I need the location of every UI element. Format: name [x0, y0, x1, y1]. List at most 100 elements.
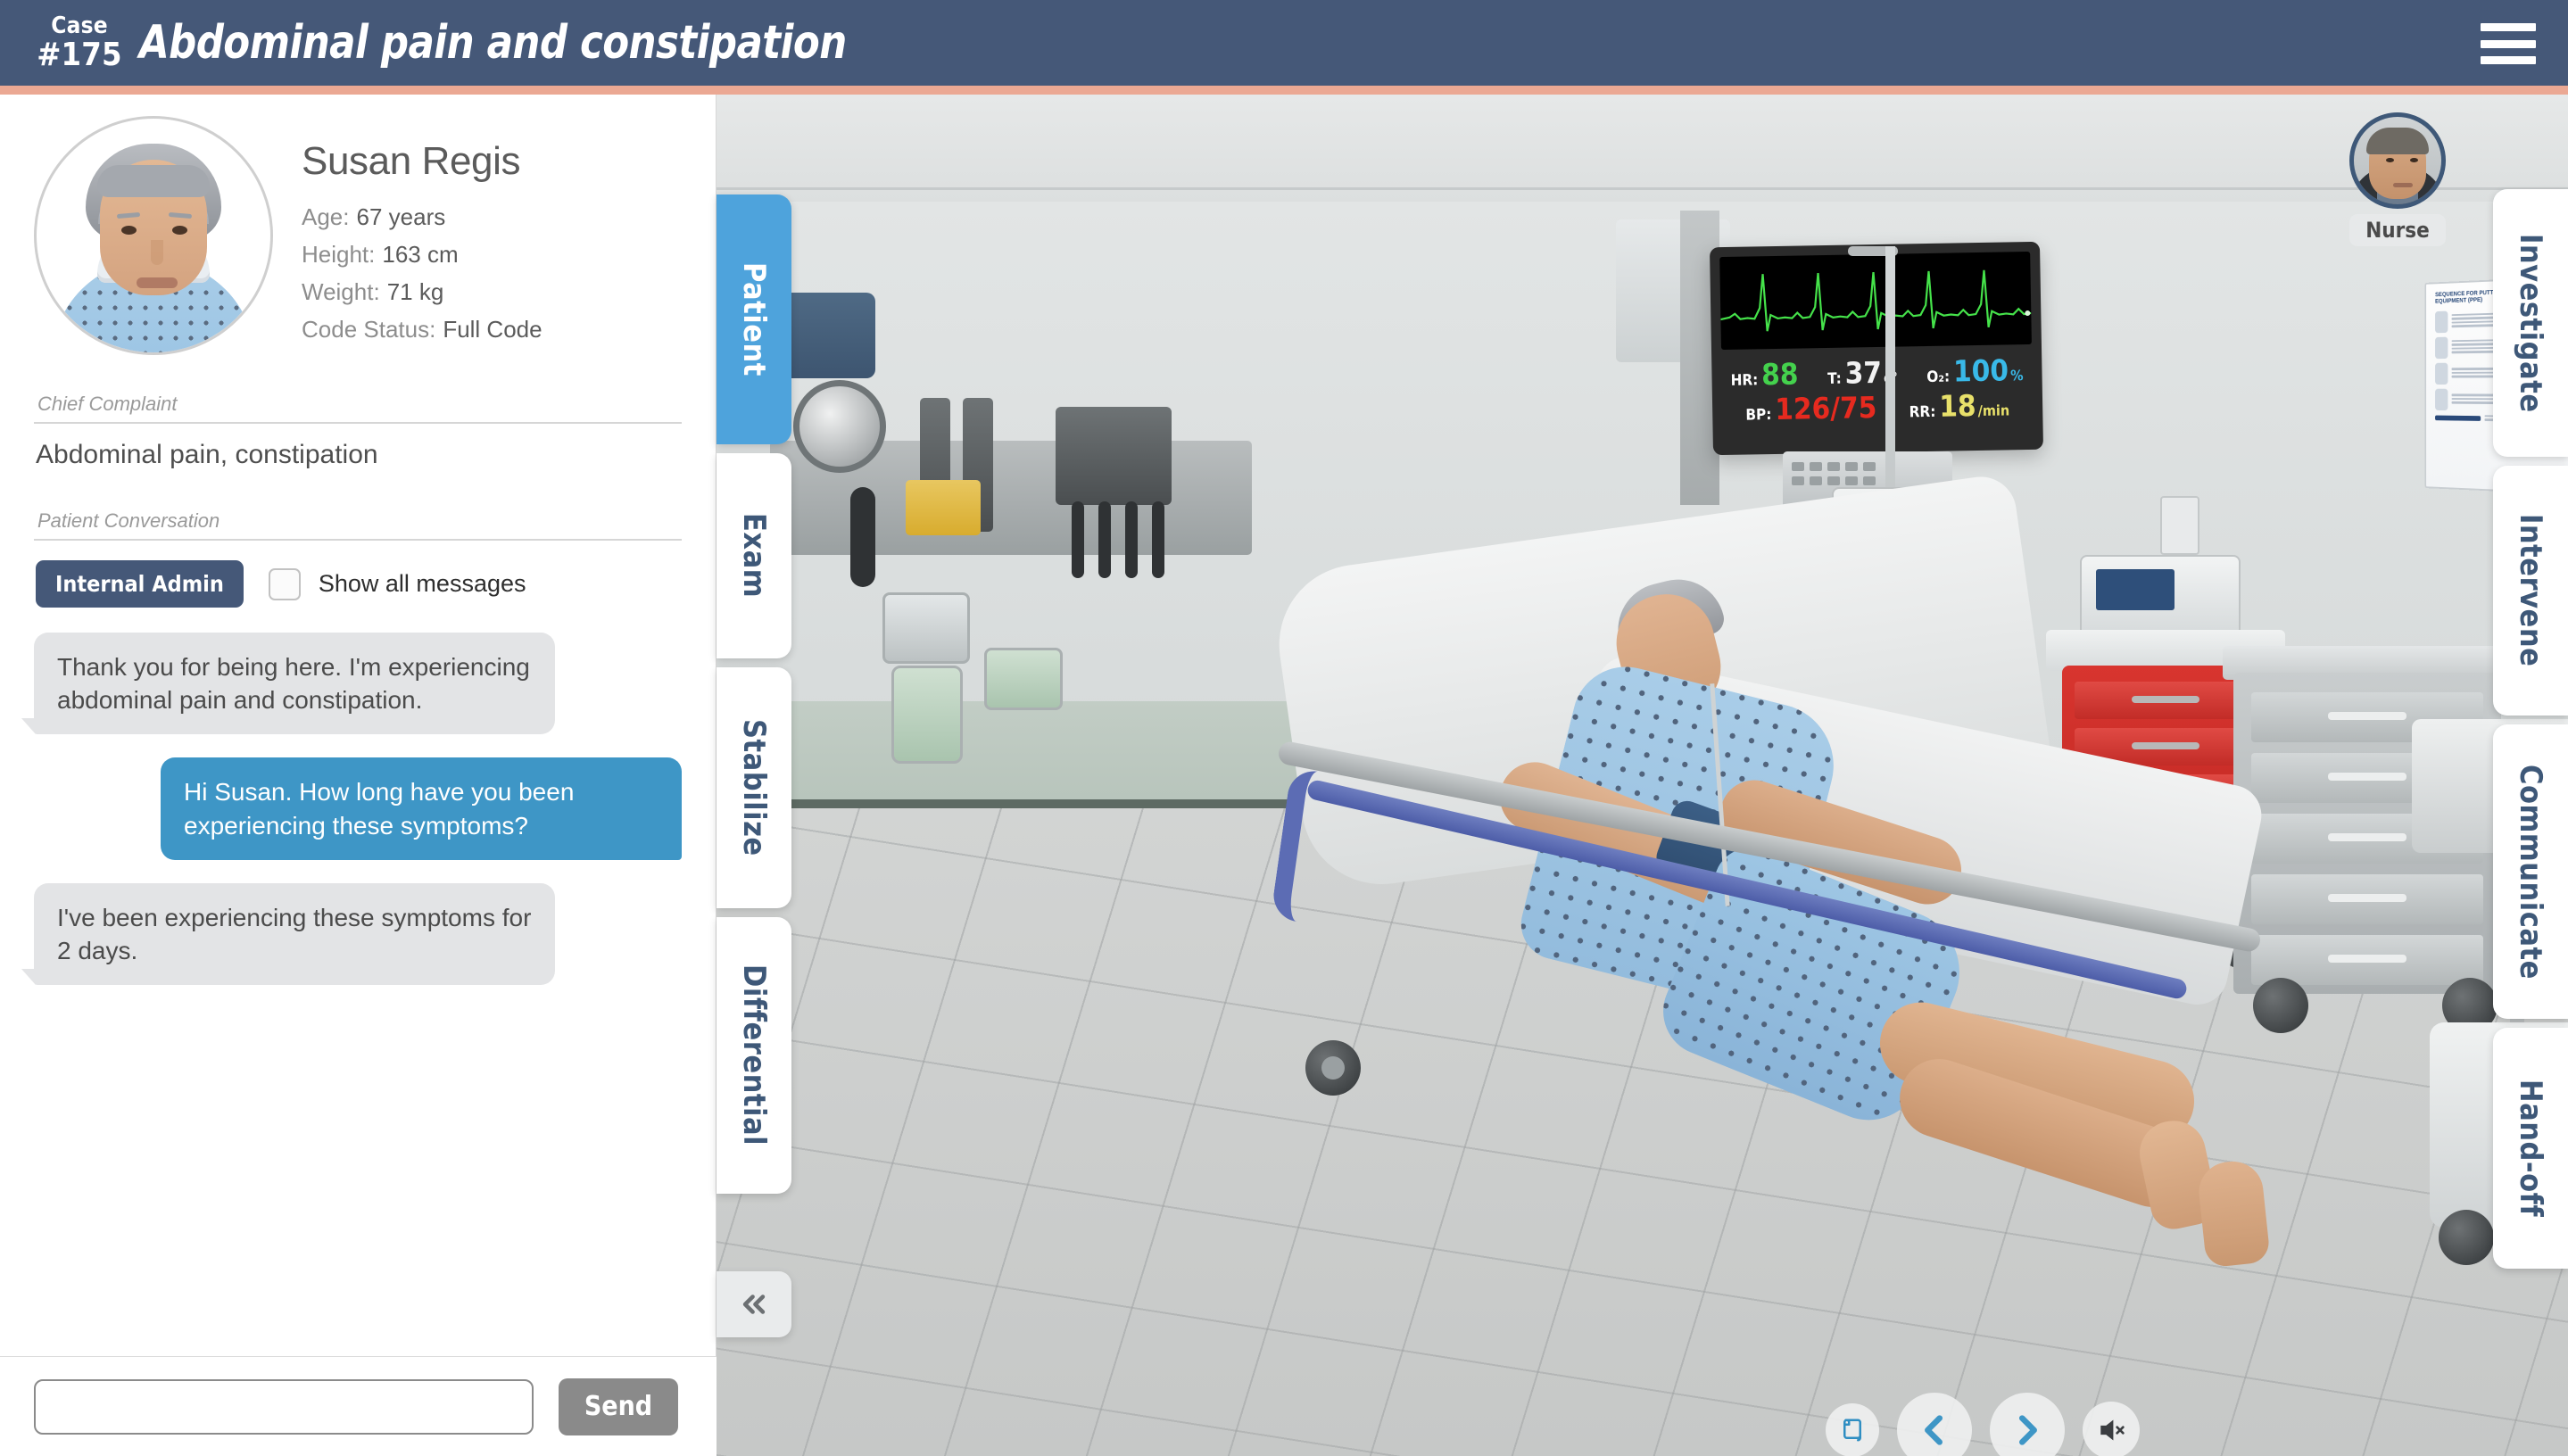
vital-label: T:: [1827, 369, 1842, 388]
exam-room-scene: SEQUENCE FOR PUTTING ON PERSONAL PROTECT…: [717, 95, 2568, 1456]
vital-label: O₂:: [1926, 368, 1951, 387]
device-hose: [1098, 501, 1111, 578]
mute-button[interactable]: [2083, 1402, 2140, 1456]
cart-drawer: [2075, 682, 2257, 719]
cabinet-wheel: [2253, 978, 2308, 1033]
tab-intervene[interactable]: Intervene: [2493, 466, 2568, 716]
tab-label: Hand-off: [2513, 1079, 2548, 1218]
ecg-waveform: [1719, 251, 2032, 351]
poster-figure: [2435, 388, 2448, 410]
patient-field-age: Age: 67 years: [302, 198, 543, 236]
transcript-button[interactable]: [1826, 1403, 1879, 1456]
tab-label: Patient: [736, 262, 772, 376]
nurse-hair: [2366, 128, 2429, 154]
avatar-eye: [172, 226, 187, 235]
field-value: 71 kg: [386, 278, 444, 306]
monitor-buttons: [1792, 462, 1876, 485]
nurse-eye: [2386, 158, 2394, 162]
chevron-left-icon: [1925, 1415, 1943, 1445]
conversation-controls: Internal Admin Show all messages: [34, 541, 682, 608]
tab-label: Investigate: [2513, 233, 2548, 413]
bp-bulb: [850, 487, 875, 587]
bed-wheel-hub: [1321, 1056, 1345, 1080]
wall-outlet: [2160, 496, 2199, 555]
tab-handoff[interactable]: Hand-off: [2493, 1028, 2568, 1269]
chat-input[interactable]: [34, 1378, 534, 1435]
ecg-trace-icon: [1720, 269, 2032, 332]
wall-gauge: [793, 380, 886, 473]
device-hose: [1125, 501, 1138, 578]
message-list: Thank you for being here. I'm experienci…: [21, 633, 682, 986]
nurse-character[interactable]: Nurse: [2338, 112, 2457, 246]
hamburger-menu-icon[interactable]: [2481, 23, 2536, 64]
ceiling-line: [717, 187, 2568, 190]
internal-admin-button[interactable]: Internal Admin: [36, 560, 244, 608]
header-accent-line: [0, 86, 2568, 95]
field-value: Full Code: [443, 316, 543, 343]
speaker-muted-icon: [2100, 1419, 2125, 1441]
next-button[interactable]: [1990, 1393, 2065, 1456]
vital-signs-monitor: HR: 88 T: 37 c° O₂: 100 %: [1709, 241, 2044, 456]
tab-label: Exam: [736, 513, 772, 599]
suction-jar: [891, 666, 963, 764]
field-value: 163 cm: [382, 241, 459, 269]
send-button[interactable]: Send: [559, 1377, 678, 1435]
patient-field-code-status: Code Status: Full Code: [302, 310, 543, 348]
app-header: Case #175 Abdominal pain and constipatio…: [0, 0, 2568, 86]
defibrillator-screen: [2096, 569, 2175, 610]
tab-label: Stabilize: [736, 719, 772, 856]
patient-details: Susan Regis Age: 67 years Height: 163 cm W…: [302, 116, 543, 355]
vital-oxygen: O₂: 100 %: [1926, 352, 2024, 389]
chief-complaint-section: Chief Complaint Abdominal pain, constipa…: [34, 393, 682, 470]
clinician-message-bubble: Hi Susan. How long have you been experie…: [161, 757, 682, 860]
tab-communicate[interactable]: Communicate: [2493, 724, 2568, 1019]
ecg-cursor-dot: [2025, 310, 2031, 317]
poster-figure: [2435, 336, 2448, 359]
simulation-app: Case #175 Abdominal pain and constipatio…: [0, 0, 2568, 1456]
machine-wheel: [2439, 1210, 2494, 1265]
case-number: #175: [37, 36, 122, 73]
vital-unit: %: [2009, 367, 2024, 385]
show-all-messages-checkbox[interactable]: [268, 567, 301, 600]
patient-name: Susan Regis: [302, 139, 521, 183]
double-chevron-left-icon: [742, 1295, 766, 1314]
patient-header: Susan Regis Age: 67 years Height: 163 cm W…: [0, 95, 716, 355]
vital-value: 126/75: [1774, 390, 1877, 426]
patient-avatar: [34, 116, 273, 355]
conversation-section: Patient Conversation Internal Admin Show…: [34, 509, 682, 608]
vital-label: RR:: [1909, 402, 1936, 422]
tab-stabilize[interactable]: Stabilize: [717, 667, 791, 908]
sharps-container: [906, 480, 981, 535]
tab-investigate[interactable]: Investigate: [2493, 189, 2568, 457]
nurse-avatar: [2349, 112, 2446, 209]
message-item: Thank you for being here. I'm experienci…: [21, 633, 682, 735]
vital-respiratory-rate: RR: 18 /min: [1909, 388, 2010, 424]
message-item: Hi Susan. How long have you been experie…: [34, 757, 682, 860]
nurse-label: Nurse: [2349, 214, 2446, 246]
field-label: Code Status:: [302, 316, 436, 343]
chief-complaint-value: Abdominal pain, constipation: [36, 440, 378, 469]
message-composer: Send: [0, 1356, 717, 1456]
avatar-fringe: [97, 165, 210, 197]
chevron-right-icon: [2018, 1415, 2037, 1445]
vital-label: BP:: [1745, 406, 1772, 425]
tab-patient[interactable]: Patient: [717, 194, 791, 444]
field-label: Height:: [302, 241, 376, 269]
tab-differential[interactable]: Differential: [717, 917, 791, 1194]
vital-value: 18: [1938, 388, 1976, 424]
wall-bin: [984, 648, 1063, 710]
suction-canister: [882, 592, 970, 664]
avatar-art: [37, 119, 270, 352]
previous-button[interactable]: [1897, 1393, 1972, 1456]
case-word: Case: [51, 12, 108, 39]
vital-value: 88: [1760, 356, 1799, 393]
vitals-row-top: HR: 88 T: 37 c° O₂: 100 %: [1725, 352, 2029, 393]
collapse-panel-button[interactable]: [717, 1271, 791, 1337]
vital-blood-pressure: BP: 126/75: [1745, 390, 1877, 426]
vital-value: 100: [1952, 352, 2009, 389]
avatar-nose: [151, 240, 163, 265]
nurse-mouth: [2393, 183, 2413, 187]
vitals-readout: HR: 88 T: 37 c° O₂: 100 %: [1721, 344, 2033, 426]
tab-label: Communicate: [2513, 764, 2548, 980]
tab-exam[interactable]: Exam: [717, 453, 791, 658]
